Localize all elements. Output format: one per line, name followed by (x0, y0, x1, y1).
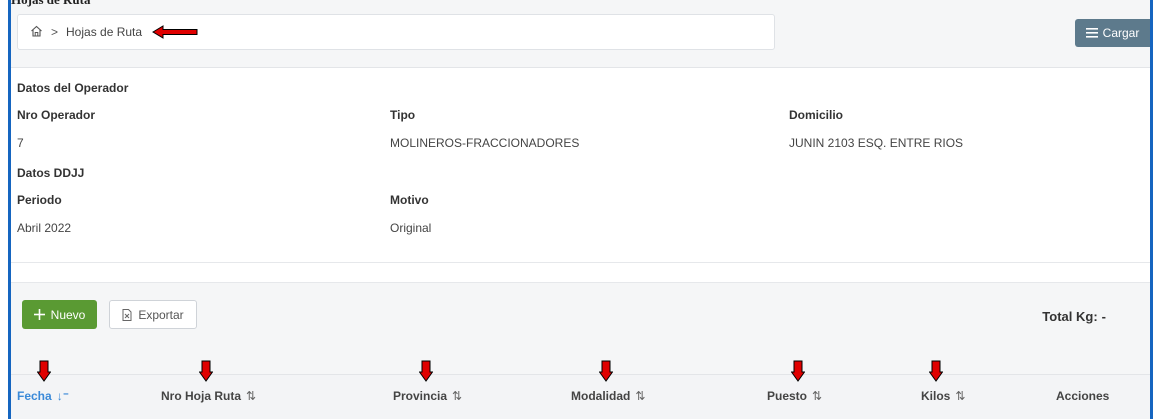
motivo-value: Original (390, 221, 432, 235)
annotation-arrow-down (599, 360, 613, 382)
exportar-label: Exportar (138, 307, 184, 322)
domicilio-label: Domicilio (789, 108, 844, 122)
cargar-button[interactable]: Cargar (1075, 19, 1150, 47)
total-kg: Total Kg: - (1042, 309, 1106, 324)
ddjj-section-title: Datos DDJJ (17, 166, 85, 180)
menu-icon (1085, 28, 1098, 38)
column-header-acciones: Acciones (1056, 389, 1109, 403)
column-label: Kilos (921, 389, 951, 403)
column-header-nro-hoja-ruta[interactable]: Nro Hoja Ruta ⇅ (161, 389, 256, 403)
plus-icon (33, 309, 45, 320)
section-divider (11, 262, 1150, 263)
periodo-value: Abril 2022 (17, 221, 72, 235)
annotation-arrow-down (929, 360, 943, 382)
tipo-value: MOLINEROS-FRACCIONADORES (390, 136, 580, 150)
sort-icon[interactable]: ⇅ (812, 389, 822, 403)
annotation-arrow-down (199, 360, 213, 382)
toolbar: Nuevo Exportar Total Kg: - (11, 282, 1150, 384)
sort-icon[interactable]: ⇅ (452, 389, 462, 403)
annotation-arrow-left (152, 25, 198, 39)
total-label: Total Kg: (1042, 309, 1098, 324)
total-value: - (1101, 309, 1106, 324)
nro-operador-label: Nro Operador (17, 108, 96, 122)
file-icon (122, 308, 132, 321)
sort-desc-icon[interactable]: ↓⁼ (57, 389, 69, 403)
app-frame: Hojas de Ruta > Hojas de Ruta Cargar Dat… (8, 0, 1153, 419)
periodo-label: Periodo (17, 193, 62, 207)
column-header-kilos[interactable]: Kilos ⇅ (921, 389, 965, 403)
breadcrumb: > Hojas de Ruta (17, 14, 775, 50)
column-label: Nro Hoja Ruta (161, 389, 242, 403)
sort-icon[interactable]: ⇅ (635, 389, 645, 403)
column-header-puesto[interactable]: Puesto ⇅ (767, 389, 822, 403)
header-bar: Hojas de Ruta > Hojas de Ruta Cargar (11, 0, 1150, 68)
cargar-label: Cargar (1102, 26, 1140, 40)
tipo-label: Tipo (390, 108, 416, 122)
nuevo-label: Nuevo (50, 307, 86, 322)
annotation-arrow-down (791, 360, 805, 382)
home-icon[interactable] (30, 25, 43, 40)
clipped-title: Hojas de Ruta (11, 0, 90, 8)
operator-section-title: Datos del Operador (17, 81, 129, 95)
column-label: Fecha (17, 389, 52, 403)
column-header-modalidad[interactable]: Modalidad ⇅ (571, 389, 645, 403)
sort-icon[interactable]: ⇅ (246, 389, 256, 403)
annotation-arrow-down (37, 360, 51, 382)
breadcrumb-separator: > (51, 25, 59, 39)
nuevo-button[interactable]: Nuevo (22, 300, 97, 329)
column-label: Acciones (1056, 389, 1110, 403)
annotation-arrow-down (419, 360, 433, 382)
column-label: Modalidad (571, 389, 631, 403)
breadcrumb-current: Hojas de Ruta (66, 25, 143, 39)
motivo-label: Motivo (390, 193, 429, 207)
column-label: Puesto (767, 389, 808, 403)
domicilio-value: JUNIN 2103 ESQ. ENTRE RIOS (789, 136, 964, 150)
nro-operador-value: 7 (17, 136, 24, 150)
sort-icon[interactable]: ⇅ (955, 389, 965, 403)
table-header: Fecha ↓⁼ Nro Hoja Ruta ⇅ Provincia ⇅ Mod… (11, 374, 1150, 419)
column-label: Provincia (393, 389, 448, 403)
exportar-button[interactable]: Exportar (109, 300, 197, 329)
column-header-provincia[interactable]: Provincia ⇅ (393, 389, 462, 403)
column-header-fecha[interactable]: Fecha ↓⁼ (17, 389, 69, 403)
